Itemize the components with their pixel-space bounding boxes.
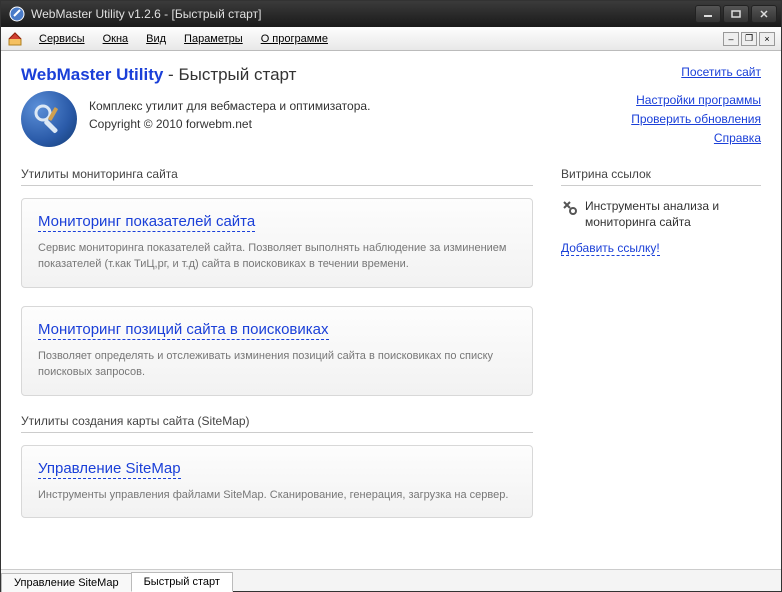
add-link[interactable]: Добавить ссылку! xyxy=(561,241,660,256)
updates-link[interactable]: Проверить обновления xyxy=(631,110,761,129)
menubar: Сервисы Окна Вид Параметры О программе –… xyxy=(1,27,781,51)
mdi-restore-button[interactable]: ❐ xyxy=(741,32,757,46)
bottom-tabs: Управление SiteMap Быстрый старт xyxy=(1,569,781,591)
card-positions-link[interactable]: Мониторинг позиций сайта в поисковиках xyxy=(38,321,329,340)
section-monitoring-title: Утилиты мониторинга сайта xyxy=(21,167,533,186)
menu-windows[interactable]: Окна xyxy=(95,30,137,48)
menu-about[interactable]: О программе xyxy=(253,30,336,48)
mdi-close-button[interactable]: × xyxy=(759,32,775,46)
titlebar: WebMaster Utility v1.2.6 - [Быстрый стар… xyxy=(1,1,781,27)
menu-services[interactable]: Сервисы xyxy=(31,30,93,48)
minimize-button[interactable] xyxy=(695,5,721,23)
showcase-item[interactable]: Инструменты анализа и мониторинга сайта xyxy=(561,198,761,232)
menu-view[interactable]: Вид xyxy=(138,30,174,48)
tools-icon xyxy=(561,199,577,220)
card-positions: Мониторинг позиций сайта в поисковиках П… xyxy=(21,306,533,396)
card-site-metrics-link[interactable]: Мониторинг показателей сайта xyxy=(38,213,255,232)
window-controls xyxy=(693,5,777,23)
mdi-controls: – ❐ × xyxy=(723,32,775,46)
app-logo xyxy=(21,91,77,147)
app-icon xyxy=(9,6,25,22)
card-sitemap: Управление SiteMap Инструменты управлени… xyxy=(21,445,533,519)
home-icon[interactable] xyxy=(7,31,23,47)
close-button[interactable] xyxy=(751,5,777,23)
card-sitemap-desc: Инструменты управления файлами SiteMap. … xyxy=(38,487,516,504)
settings-link[interactable]: Настройки программы xyxy=(631,91,761,110)
maximize-button[interactable] xyxy=(723,5,749,23)
card-site-metrics-desc: Сервис мониторинга показателей сайта. По… xyxy=(38,240,516,273)
window-title: WebMaster Utility v1.2.6 - [Быстрый стар… xyxy=(31,7,693,21)
help-link[interactable]: Справка xyxy=(631,129,761,148)
card-sitemap-link[interactable]: Управление SiteMap xyxy=(38,460,181,479)
section-showcase-title: Витрина ссылок xyxy=(561,167,761,186)
tab-quickstart[interactable]: Быстрый старт xyxy=(131,572,233,592)
quick-links: Настройки программы Проверить обновления… xyxy=(631,91,761,149)
intro-text: Комплекс утилит для вебмастера и оптимиз… xyxy=(89,91,370,133)
section-sitemap-title: Утилиты создания карты сайта (SiteMap) xyxy=(21,414,533,433)
mdi-minimize-button[interactable]: – xyxy=(723,32,739,46)
menu-params[interactable]: Параметры xyxy=(176,30,251,48)
visit-site-link[interactable]: Посетить сайт xyxy=(681,65,761,79)
page-title: WebMaster Utility - Быстрый старт xyxy=(21,65,296,85)
card-positions-desc: Позволяет определять и отслеживать измин… xyxy=(38,348,516,381)
tab-sitemap[interactable]: Управление SiteMap xyxy=(1,573,132,592)
card-site-metrics: Мониторинг показателей сайта Сервис мони… xyxy=(21,198,533,288)
content-area: WebMaster Utility - Быстрый старт Посети… xyxy=(1,51,781,569)
